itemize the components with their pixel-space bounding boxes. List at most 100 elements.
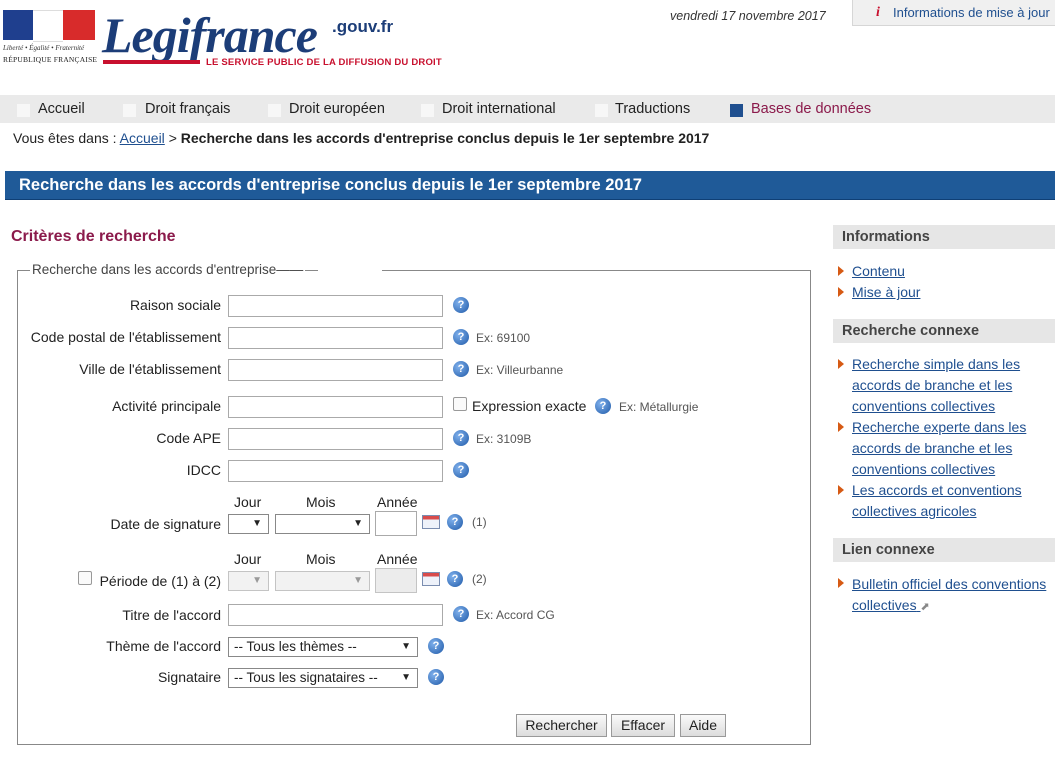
help-icon[interactable]: ?	[453, 361, 469, 377]
sidebar-link-mise-a-jour[interactable]: Mise à jour	[852, 282, 920, 303]
periode-checkbox[interactable]	[78, 571, 92, 585]
nav-box-icon	[595, 104, 608, 117]
help-icon[interactable]: ?	[447, 571, 463, 587]
breadcrumb-separator: >	[168, 130, 177, 146]
signataire-select[interactable]: -- Tous les signataires -- ▼	[228, 668, 418, 688]
nav-item-traductions[interactable]: Traductions	[615, 101, 690, 117]
code-postal-example: Ex: 69100	[476, 331, 531, 345]
raison-sociale-input[interactable]	[228, 295, 443, 317]
theme-label: Thème de l'accord	[106, 638, 221, 654]
theme-select[interactable]: -- Tous les thèmes -- ▼	[228, 637, 418, 657]
page-title: Recherche dans les accords d'entreprise …	[19, 176, 642, 194]
nav-box-icon	[730, 104, 743, 117]
nav-item-droit-international[interactable]: Droit international	[442, 101, 556, 117]
theme-selected: -- Tous les thèmes --	[234, 639, 357, 654]
code-ape-label: Code APE	[156, 430, 221, 446]
expression-exacte-checkbox[interactable]	[453, 397, 467, 411]
code-ape-example: Ex: 3109B	[476, 432, 532, 446]
periode-note: (2)	[472, 572, 487, 586]
sidebar-informations-title: Informations	[833, 225, 1055, 249]
sidebar-link-contenu[interactable]: Contenu	[852, 261, 905, 282]
help-icon[interactable]: ?	[595, 398, 611, 414]
help-icon[interactable]: ?	[453, 462, 469, 478]
titre-example: Ex: Accord CG	[476, 608, 555, 622]
sidebar-lien-connexe-title: Lien connexe	[833, 538, 1055, 562]
date-signature-month-select[interactable]: ▼	[275, 514, 370, 534]
help-icon[interactable]: ?	[428, 669, 444, 685]
nav-item-droit-francais[interactable]: Droit français	[145, 101, 230, 117]
search-button[interactable]: Rechercher	[516, 714, 607, 737]
nav-box-icon	[268, 104, 281, 117]
help-button[interactable]: Aide	[680, 714, 726, 737]
triangle-bullet-icon	[838, 578, 844, 588]
breadcrumb: Vous êtes dans : Accueil > Recherche dan…	[13, 130, 709, 146]
titre-input[interactable]	[228, 604, 443, 626]
raison-sociale-label: Raison sociale	[129, 297, 221, 313]
ville-example: Ex: Villeurbanne	[476, 363, 564, 377]
sidebar-link-bulletin-officiel[interactable]: Bulletin officiel des conventions collec…	[852, 574, 1055, 618]
date-signature-day-select[interactable]: ▼	[228, 514, 269, 534]
nav-item-accueil[interactable]: Accueil	[38, 101, 85, 117]
code-ape-input[interactable]	[228, 428, 443, 450]
brand-tagline: LE SERVICE PUBLIC DE LA DIFFUSION DU DRO…	[206, 57, 442, 68]
code-postal-input[interactable]	[228, 327, 443, 349]
triangle-bullet-icon	[838, 422, 844, 432]
activite-input[interactable]	[228, 396, 443, 418]
sidebar-link-accords-agricoles[interactable]: Les accords et conventions collectives a…	[852, 480, 1037, 522]
triangle-bullet-icon	[838, 266, 844, 276]
help-icon[interactable]: ?	[447, 514, 463, 530]
breadcrumb-home-link[interactable]: Accueil	[120, 130, 165, 146]
triangle-bullet-icon	[838, 359, 844, 369]
periode-day-select[interactable]: ▼	[228, 571, 269, 591]
brand-suffix: .gouv.fr	[332, 17, 394, 36]
mois-header: Mois	[306, 551, 336, 567]
date-signature-year-input[interactable]	[375, 511, 417, 536]
help-icon[interactable]: ?	[453, 329, 469, 345]
nav-box-icon	[17, 104, 30, 117]
triangle-bullet-icon	[838, 287, 844, 297]
help-icon[interactable]: ?	[453, 430, 469, 446]
idcc-label: IDCC	[186, 462, 221, 478]
info-update-link[interactable]: Informations de mise à jour	[893, 5, 1050, 20]
criteria-title: Critères de recherche	[11, 228, 176, 245]
date-signature-label: Date de signature	[110, 516, 221, 532]
calendar-icon[interactable]	[422, 515, 440, 529]
breadcrumb-prefix: Vous êtes dans :	[13, 130, 117, 146]
clear-button[interactable]: Effacer	[611, 714, 675, 737]
mois-header: Mois	[306, 494, 336, 510]
sidebar-recherche-connexe-title: Recherche connexe	[833, 319, 1055, 343]
ville-label: Ville de l'établissement	[79, 361, 221, 377]
calendar-icon[interactable]	[422, 572, 440, 586]
annee-header: Année	[377, 494, 418, 510]
legifrance-logo[interactable]: Legifrance	[102, 6, 318, 64]
expression-exacte-label: Expression exacte	[472, 398, 587, 414]
nav-item-droit-europeen[interactable]: Droit européen	[289, 101, 385, 117]
jour-header: Jour	[234, 551, 262, 567]
breadcrumb-current: Recherche dans les accords d'entreprise …	[180, 130, 710, 146]
sidebar-link-recherche-simple[interactable]: Recherche simple dans les accords de bra…	[852, 354, 1037, 417]
triangle-bullet-icon	[838, 485, 844, 495]
annee-header: Année	[377, 551, 418, 567]
help-icon[interactable]: ?	[453, 606, 469, 622]
external-link-icon: ⬈	[920, 601, 930, 613]
ville-input[interactable]	[228, 359, 443, 381]
sidebar-link-recherche-experte[interactable]: Recherche experte dans les accords de br…	[852, 417, 1037, 480]
help-icon[interactable]: ?	[453, 297, 469, 313]
republic-name: RÉPUBLIQUE FRANÇAISE	[3, 55, 98, 64]
help-icon[interactable]: ?	[428, 638, 444, 654]
periode-year-input[interactable]	[375, 568, 417, 593]
republique-francaise-logo	[3, 10, 95, 42]
titre-label: Titre de l'accord	[122, 607, 221, 623]
info-icon: i	[876, 5, 880, 20]
date-signature-note: (1)	[472, 515, 487, 529]
current-date: vendredi 17 novembre 2017	[670, 9, 826, 23]
periode-month-select[interactable]: ▼	[275, 571, 370, 591]
legend-gap	[318, 265, 382, 275]
idcc-input[interactable]	[228, 460, 443, 482]
signataire-label: Signataire	[157, 669, 221, 685]
brand-underline	[103, 60, 200, 64]
activite-label: Activité principale	[112, 398, 221, 414]
jour-header: Jour	[234, 494, 262, 510]
periode-label: Période de (1) à (2)	[99, 573, 221, 589]
nav-item-bases-de-donnees[interactable]: Bases de données	[751, 101, 871, 117]
